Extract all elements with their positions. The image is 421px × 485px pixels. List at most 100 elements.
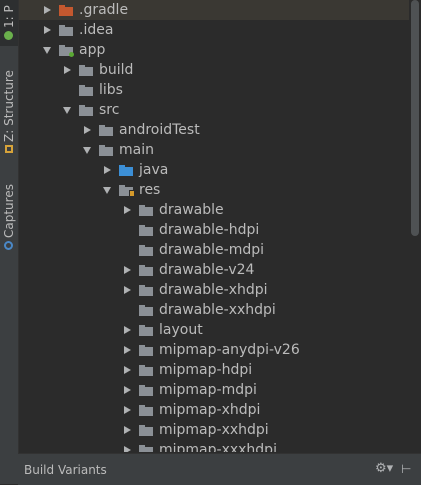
chevron-right-icon[interactable] [121,200,133,220]
resource-folder-icon [119,184,135,197]
chevron-down-icon[interactable] [61,100,73,120]
hide-panel-icon[interactable]: ⊢ [401,462,415,476]
tree-item-label: mipmap-mdpi [159,382,257,398]
tree-item-label: mipmap-hdpi [159,362,253,378]
chevron-right-icon[interactable] [121,320,133,340]
folder-icon [139,444,153,452]
tree-item-label: res [139,182,161,198]
chevron-right-icon[interactable] [41,0,53,20]
tree-item-build[interactable]: build [61,60,133,80]
source-folder-icon [119,164,133,176]
tree-item-label: src [99,102,120,118]
folder-icon [139,424,153,436]
folder-icon [139,404,153,416]
folder-icon [139,364,153,376]
tree-item-java[interactable]: java [101,160,168,180]
tree-item-label: drawable-xxhdpi [159,302,276,318]
chevron-right-icon[interactable] [121,360,133,380]
tree-item-label: mipmap-xxxhdpi [159,442,277,452]
structure-icon [5,145,13,154]
tree-item-app[interactable]: app [41,40,105,60]
folder-icon [79,64,93,76]
chevron-down-icon[interactable] [101,180,113,200]
tree-item-label: mipmap-anydpi-v26 [159,342,300,358]
chevron-down-icon[interactable] [81,140,93,160]
project-tab-label: 1: P [2,5,16,29]
tree-item-label: app [79,42,106,58]
folder-icon [99,144,113,156]
tree-item-label: .idea [79,22,114,38]
tree-item-label: drawable-xhdpi [159,282,268,298]
folder-icon [139,384,153,396]
tree-item-drawable-hdpi[interactable]: drawable-hdpi [121,220,259,240]
tree-item-res[interactable]: res [101,180,160,200]
tree-item-gradle[interactable]: .gradle [41,0,128,20]
tree-item-mipmap-xhdpi[interactable]: mipmap-xhdpi [121,400,260,420]
structure-tab-label: Z: Structure [2,70,16,143]
folder-icon [139,264,153,276]
folder-icon [79,104,93,116]
captures-tool-tab[interactable]: Captures [0,176,18,258]
tree-item-mipmap-hdpi[interactable]: mipmap-hdpi [121,360,252,380]
chevron-down-icon[interactable] [41,40,53,60]
tree-item-drawable-v24[interactable]: drawable-v24 [121,260,254,280]
tree-item-label: layout [159,322,203,338]
tree-item-idea[interactable]: .idea [41,20,113,40]
chevron-right-icon[interactable] [41,20,53,40]
tree-item-label: drawable-mdpi [159,242,264,258]
tree-item-label: androidTest [119,122,200,138]
tree-item-mipmap-xxhdpi[interactable]: mipmap-xxhdpi [121,420,269,440]
tree-item-label: main [119,142,154,158]
tree-item-label: drawable [159,202,224,218]
folder-icon [139,224,153,236]
module-folder-icon [59,44,74,57]
tree-item-layout[interactable]: layout [121,320,203,340]
folder-icon [139,204,153,216]
excluded-folder-icon [59,4,73,16]
structure-tool-tab[interactable]: Z: Structure [0,62,18,162]
build-variants-bar: Build Variants ⚙▾ ⊢ [18,453,421,485]
tree-item-androidtest[interactable]: androidTest [81,120,200,140]
chevron-right-icon[interactable] [121,420,133,440]
tree-item-label: java [139,162,169,178]
captures-icon [4,240,14,250]
folder-icon [79,84,93,96]
tree-item-mipmap-xxxhdpi[interactable]: mipmap-xxxhdpi [121,440,277,452]
tree-item-label: drawable-v24 [159,262,255,278]
folder-icon [59,24,73,36]
tree-item-src[interactable]: src [61,100,119,120]
folder-icon [139,324,153,336]
chevron-right-icon[interactable] [121,340,133,360]
tree-item-label: build [99,62,134,78]
chevron-right-icon[interactable] [121,260,133,280]
chevron-right-icon[interactable] [81,120,93,140]
tree-item-mipmap-mdpi[interactable]: mipmap-mdpi [121,380,257,400]
tree-item-drawable-mdpi[interactable]: drawable-mdpi [121,240,264,260]
chevron-right-icon[interactable] [121,440,133,452]
tree-item-drawable[interactable]: drawable [121,200,224,220]
folder-icon [139,304,153,316]
gear-icon[interactable]: ⚙▾ [375,462,393,476]
tree-item-label: libs [99,82,123,98]
tree-item-drawable-xhdpi[interactable]: drawable-xhdpi [121,280,268,300]
project-tree[interactable]: .gradle .idea app build libs src androidTest ma… [19,0,409,452]
chevron-right-icon[interactable] [121,400,133,420]
tree-scrollbar[interactable] [411,0,419,236]
tree-item-label: drawable-hdpi [159,222,260,238]
android-icon [4,31,14,41]
tree-item-mipmap-anydpi-v26[interactable]: mipmap-anydpi-v26 [121,340,300,360]
chevron-right-icon[interactable] [61,60,73,80]
tree-item-libs[interactable]: libs [61,80,123,100]
tree-item-drawable-xxhdpi[interactable]: drawable-xxhdpi [121,300,276,320]
project-tool-tab[interactable]: 1: P [0,0,18,46]
chevron-right-icon[interactable] [121,380,133,400]
chevron-right-icon[interactable] [101,160,113,180]
side-tool-strip: 1: P Z: Structure Captures [0,0,19,484]
chevron-right-icon[interactable] [121,280,133,300]
tree-item-label: mipmap-xhdpi [159,402,261,418]
tree-item-main[interactable]: main [81,140,154,160]
build-variants-tab[interactable]: Build Variants [24,463,107,477]
